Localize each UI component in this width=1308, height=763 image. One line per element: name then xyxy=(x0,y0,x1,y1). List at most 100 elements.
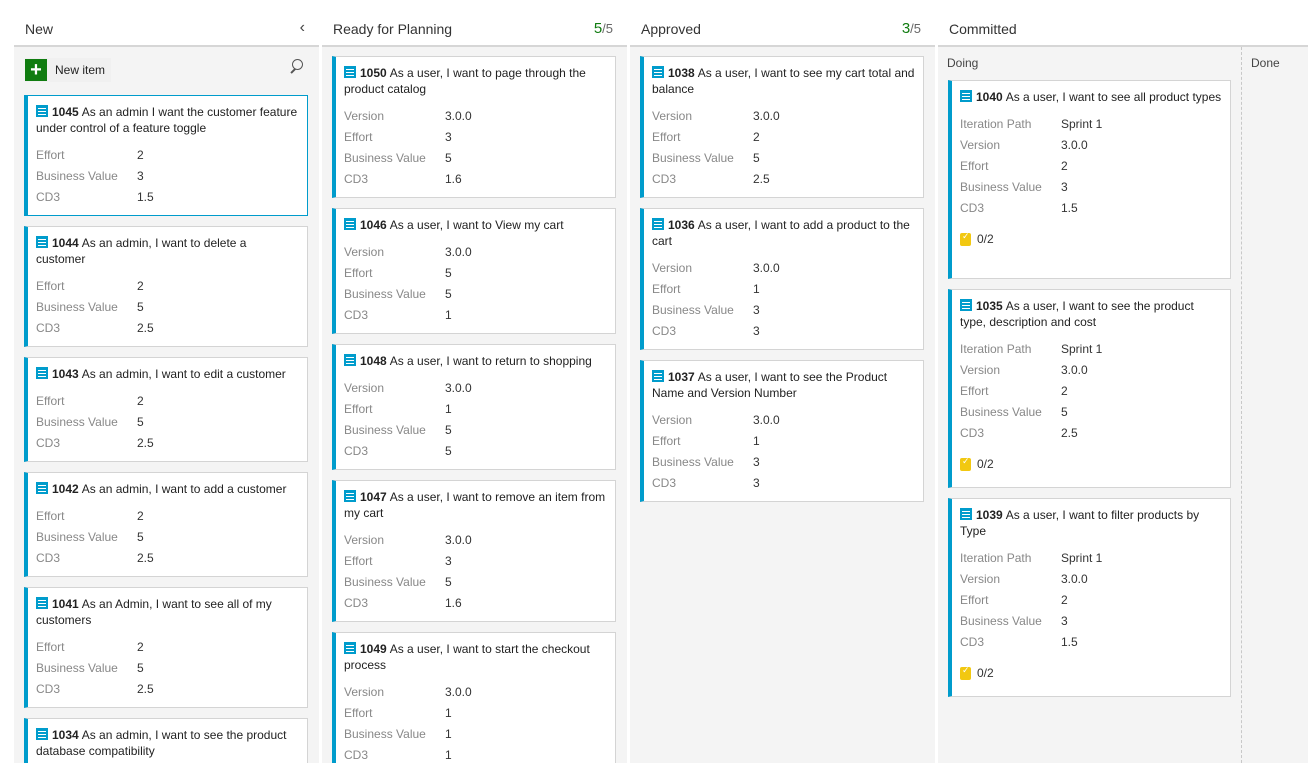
backlog-item-icon xyxy=(960,508,972,520)
field-version: Version 3.0.0 xyxy=(344,381,472,395)
work-item-card-1034[interactable]: 1034 As an admin, I want to see the produ… xyxy=(24,718,308,763)
field-business-value: Business Value 5 xyxy=(36,661,144,675)
field-business-value: Business Value 3 xyxy=(652,455,760,469)
backlog-item-icon xyxy=(960,90,972,102)
card-title[interactable]: 1034 As an admin, I want to see the produ… xyxy=(36,727,299,759)
card-title[interactable]: 1039 As a user, I want to filter products… xyxy=(960,507,1222,539)
card-title[interactable]: 1049 As a user, I want to start the check… xyxy=(344,641,607,673)
search-icon[interactable] xyxy=(289,59,303,73)
work-item-card-1036[interactable]: 1036 As a user, I want to add a product t… xyxy=(640,208,924,350)
field-cd3: CD3 1.6 xyxy=(344,172,462,186)
column-title: Committed xyxy=(949,21,1017,37)
field-cd3: CD3 1.5 xyxy=(960,201,1078,215)
field-business-value: Business Value 5 xyxy=(652,151,760,165)
backlog-item-icon xyxy=(36,367,48,379)
new-item-button[interactable]: + New item xyxy=(25,58,112,82)
field-business-value: Business Value 5 xyxy=(36,300,144,314)
column-header-approved: Approved 3/5 xyxy=(630,0,935,47)
work-item-card-1040[interactable]: 1040 As a user, I want to see all product… xyxy=(948,80,1231,279)
card-id: 1034 xyxy=(52,728,79,742)
field-effort: Effort 2 xyxy=(36,148,144,162)
split-column-done: Done xyxy=(1251,56,1280,70)
field-iteration-path: Iteration Path Sprint 1 xyxy=(960,117,1103,131)
work-item-card-1048[interactable]: 1048 As a user, I want to return to shopp… xyxy=(332,344,616,470)
field-cd3: CD3 2.5 xyxy=(652,172,770,186)
field-version: Version 3.0.0 xyxy=(344,533,472,547)
work-item-card-1044[interactable]: 1044 As an admin, I want to delete a cust… xyxy=(24,226,308,347)
task-progress[interactable]: 0/2 xyxy=(960,229,1222,249)
wip-count: 3/5 xyxy=(901,20,921,37)
field-effort: Effort 1 xyxy=(652,282,760,296)
work-item-card-1045[interactable]: 1045 As an admin I want the customer feat… xyxy=(24,95,308,216)
work-item-card-1037[interactable]: 1037 As a user, I want to see the Product… xyxy=(640,360,924,502)
field-version: Version 3.0.0 xyxy=(344,245,472,259)
field-cd3: CD3 1.5 xyxy=(960,635,1078,649)
card-title[interactable]: 1050 As a user, I want to page through th… xyxy=(344,65,607,97)
column-new: New ‹ + New item 1045 As an admin I want … xyxy=(14,0,319,763)
card-id: 1045 xyxy=(52,105,79,119)
card-title[interactable]: 1048 As a user, I want to return to shopp… xyxy=(344,353,607,369)
card-title[interactable]: 1036 As a user, I want to add a product t… xyxy=(652,217,915,249)
card-title[interactable]: 1047 As a user, I want to remove an item … xyxy=(344,489,607,521)
card-id: 1050 xyxy=(360,66,387,80)
card-title[interactable]: 1037 As a user, I want to see the Product… xyxy=(652,369,915,401)
field-business-value: Business Value 1 xyxy=(344,727,452,741)
split-divider xyxy=(1241,47,1242,763)
column-body-committed: Doing Done 1040 As a user, I want to see … xyxy=(938,47,1308,763)
field-business-value: Business Value 3 xyxy=(36,169,144,183)
work-item-card-1041[interactable]: 1041 As an Admin, I want to see all of my… xyxy=(24,587,308,708)
field-business-value: Business Value 5 xyxy=(344,287,452,301)
card-id: 1040 xyxy=(976,90,1003,104)
card-title[interactable]: 1042 As an admin, I want to add a custome… xyxy=(36,481,299,497)
card-title[interactable]: 1044 As an admin, I want to delete a cust… xyxy=(36,235,299,267)
field-iteration-path: Iteration Path Sprint 1 xyxy=(960,342,1103,356)
card-id: 1038 xyxy=(668,66,695,80)
field-business-value: Business Value 5 xyxy=(36,530,144,544)
chevron-left-icon[interactable]: ‹ xyxy=(300,19,305,37)
field-version: Version 3.0.0 xyxy=(652,413,780,427)
field-cd3: CD3 1.5 xyxy=(36,190,154,204)
backlog-item-icon xyxy=(344,66,356,78)
card-id: 1047 xyxy=(360,490,387,504)
card-title[interactable]: 1046 As a user, I want to View my cart xyxy=(344,217,607,233)
card-title[interactable]: 1043 As an admin, I want to edit a custom… xyxy=(36,366,299,382)
work-item-card-1050[interactable]: 1050 As a user, I want to page through th… xyxy=(332,56,616,198)
card-id: 1049 xyxy=(360,642,387,656)
column-title: New xyxy=(25,21,54,37)
card-title[interactable]: 1035 As a user, I want to see the product… xyxy=(960,298,1222,330)
task-progress[interactable]: 0/2 xyxy=(960,663,1222,683)
field-business-value: Business Value 5 xyxy=(344,575,452,589)
work-item-card-1042[interactable]: 1042 As an admin, I want to add a custome… xyxy=(24,472,308,577)
field-business-value: Business Value 5 xyxy=(344,151,452,165)
field-effort: Effort 5 xyxy=(344,266,452,280)
column-committed: Committed Doing Done 1040 As a user, I wa… xyxy=(938,0,1308,763)
column-body-ready: 1050 As a user, I want to page through th… xyxy=(322,47,627,763)
field-effort: Effort 2 xyxy=(36,394,144,408)
field-cd3: CD3 3 xyxy=(652,476,760,490)
field-effort: Effort 2 xyxy=(36,509,144,523)
card-id: 1044 xyxy=(52,236,79,250)
field-effort: Effort 1 xyxy=(652,434,760,448)
field-version: Version 3.0.0 xyxy=(344,685,472,699)
field-cd3: CD3 3 xyxy=(652,324,760,338)
field-business-value: Business Value 5 xyxy=(960,405,1068,419)
backlog-item-icon xyxy=(652,66,664,78)
field-effort: Effort 2 xyxy=(36,279,144,293)
card-id: 1039 xyxy=(976,508,1003,522)
card-id: 1041 xyxy=(52,597,79,611)
card-title[interactable]: 1045 As an admin I want the customer feat… xyxy=(36,104,299,136)
work-item-card-1035[interactable]: 1035 As a user, I want to see the product… xyxy=(948,289,1231,488)
work-item-card-1039[interactable]: 1039 As a user, I want to filter products… xyxy=(948,498,1231,697)
card-title[interactable]: 1040 As a user, I want to see all product… xyxy=(960,89,1222,105)
field-iteration-path: Iteration Path Sprint 1 xyxy=(960,551,1103,565)
card-title[interactable]: 1041 As an Admin, I want to see all of my… xyxy=(36,596,299,628)
work-item-card-1038[interactable]: 1038 As a user, I want to see my cart tot… xyxy=(640,56,924,198)
work-item-card-1047[interactable]: 1047 As a user, I want to remove an item … xyxy=(332,480,616,622)
backlog-item-icon xyxy=(344,218,356,230)
work-item-card-1049[interactable]: 1049 As a user, I want to start the check… xyxy=(332,632,616,763)
card-title[interactable]: 1038 As a user, I want to see my cart tot… xyxy=(652,65,915,97)
task-progress[interactable]: 0/2 xyxy=(960,454,1222,474)
field-cd3: CD3 2.5 xyxy=(36,551,154,565)
work-item-card-1046[interactable]: 1046 As a user, I want to View my cart Ve… xyxy=(332,208,616,334)
work-item-card-1043[interactable]: 1043 As an admin, I want to edit a custom… xyxy=(24,357,308,462)
